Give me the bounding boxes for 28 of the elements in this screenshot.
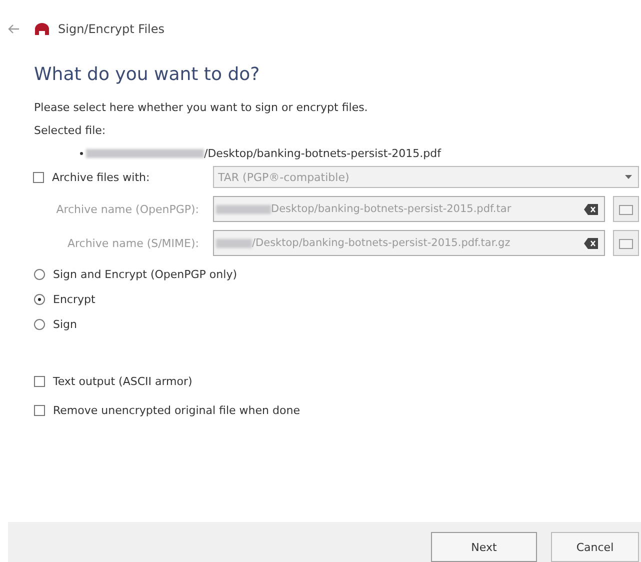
redacted-block <box>216 204 271 214</box>
checkbox[interactable] <box>34 405 45 416</box>
checkbox-label: Remove unencrypted original file when done <box>53 404 300 417</box>
helmet-icon <box>34 22 50 36</box>
browse-button[interactable] <box>613 230 639 256</box>
checkbox-label: Text output (ASCII armor) <box>53 375 192 388</box>
bullet-icon <box>80 152 83 155</box>
radio-button[interactable] <box>34 319 45 330</box>
radio-button[interactable] <box>34 294 45 305</box>
radio-label: Sign and Encrypt (OpenPGP only) <box>53 268 237 281</box>
next-button[interactable]: Next <box>431 532 537 562</box>
cancel-button[interactable]: Cancel <box>551 532 639 562</box>
intro-text: Please select here whether you want to sign or encrypt files. <box>34 101 369 114</box>
radio-label: Sign <box>53 318 77 331</box>
dropdown-arrow-icon <box>625 175 632 179</box>
file-path: /Desktop/banking-botnets-persist-2015.pdf <box>204 147 441 160</box>
checkbox[interactable] <box>34 376 45 387</box>
back-arrow-icon[interactable] <box>8 24 20 34</box>
selected-file-label: Selected file: <box>34 124 107 137</box>
field-label: Archive name (OpenPGP): <box>55 202 200 216</box>
radio-label: Encrypt <box>53 293 96 306</box>
window-title: Sign/Encrypt Files <box>58 22 165 36</box>
field-label: Archive name (S/MIME): <box>66 236 200 250</box>
radio-button[interactable] <box>34 269 45 280</box>
checkbox-label: Archive files with: <box>52 170 150 184</box>
page-heading: What do you want to do? <box>34 64 261 85</box>
redacted-block <box>216 238 252 248</box>
browse-button[interactable] <box>613 196 639 222</box>
